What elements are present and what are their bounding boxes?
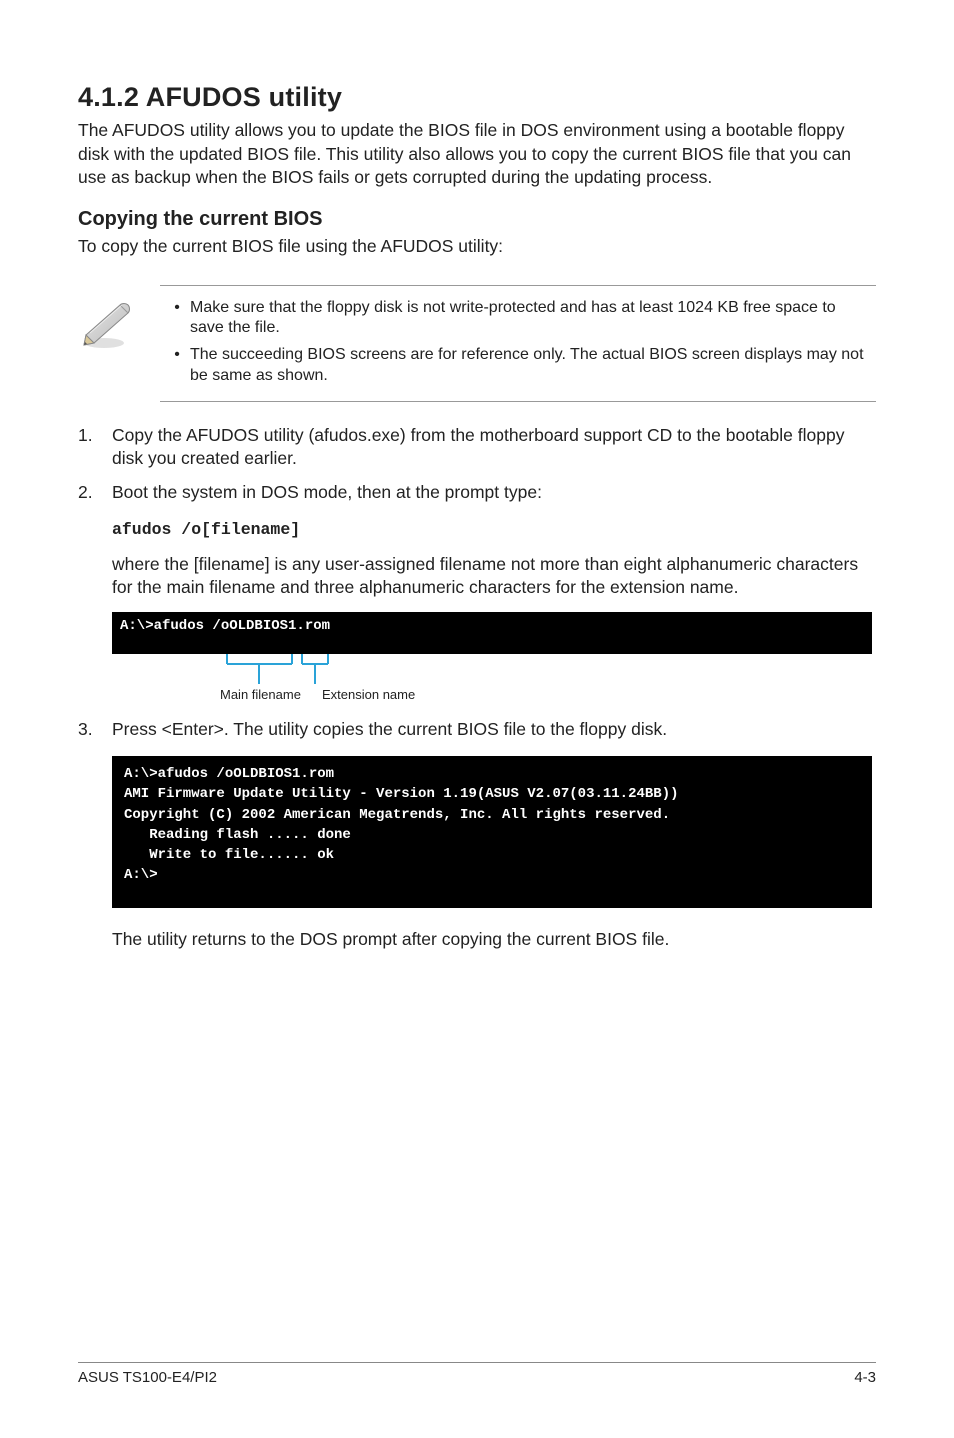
code-command: afudos /o[filename] xyxy=(112,520,300,539)
steps-list: Copy the AFUDOS utility (afudos.exe) fro… xyxy=(78,424,876,707)
terminal-line: AMI Firmware Update Utility - Version 1.… xyxy=(124,786,679,802)
note-item: • The succeeding BIOS screens are for re… xyxy=(164,345,872,387)
filename-diagram: Main filename Extension name xyxy=(112,654,876,706)
subsection-title: Copying the current BIOS xyxy=(78,208,876,231)
terminal-line: A:\> xyxy=(124,867,158,883)
step-number: 3. xyxy=(78,718,93,742)
step-text: Copy the AFUDOS utility (afudos.exe) fro… xyxy=(112,425,844,469)
terminal-line: A:\>afudos /oOLDBIOS1.rom xyxy=(124,766,334,782)
step-text: Press <Enter>. The utility copies the cu… xyxy=(112,719,667,739)
page-footer: ASUS TS100-E4/PI2 4-3 xyxy=(78,1362,876,1386)
pencil-note-icon xyxy=(80,299,136,356)
terminal-line: Reading flash ..... done xyxy=(124,827,351,843)
terminal-output: A:\>afudos /oOLDBIOS1.rom AMI Firmware U… xyxy=(112,756,872,908)
note-item: • Make sure that the floppy disk is not … xyxy=(164,298,872,340)
closing-text: The utility returns to the DOS prompt af… xyxy=(78,928,876,952)
section-title: 4.1.2 AFUDOS utility xyxy=(78,82,876,113)
bullet-icon: • xyxy=(164,298,190,340)
note-content: • Make sure that the floppy disk is not … xyxy=(160,285,876,402)
terminal-line: Copyright (C) 2002 American Megatrends, … xyxy=(124,807,670,823)
footer-right: 4-3 xyxy=(854,1369,876,1386)
note-text: The succeeding BIOS screens are for refe… xyxy=(190,345,872,387)
terminal-output: A:\>afudos /oOLDBIOS1.rom xyxy=(112,612,872,654)
step-explain: where the [filename] is any user-assigne… xyxy=(112,553,876,600)
terminal-line: Write to file...... ok xyxy=(124,847,334,863)
diagram-label-main: Main filename xyxy=(220,686,301,704)
bullet-icon: • xyxy=(164,345,190,387)
step-text: Boot the system in DOS mode, then at the… xyxy=(112,482,542,502)
footer-left: ASUS TS100-E4/PI2 xyxy=(78,1369,217,1386)
step-2: Boot the system in DOS mode, then at the… xyxy=(78,481,876,706)
section-intro: The AFUDOS utility allows you to update … xyxy=(78,119,876,190)
note-block: • Make sure that the floppy disk is not … xyxy=(78,285,876,402)
diagram-label-ext: Extension name xyxy=(322,686,415,704)
note-text: Make sure that the floppy disk is not wr… xyxy=(190,298,872,340)
step-3: 3. Press <Enter>. The utility copies the… xyxy=(78,718,876,742)
subsection-lead: To copy the current BIOS file using the … xyxy=(78,235,876,259)
terminal-line: A:\>afudos /oOLDBIOS1.rom xyxy=(120,618,330,634)
step-1: Copy the AFUDOS utility (afudos.exe) fro… xyxy=(78,424,876,471)
